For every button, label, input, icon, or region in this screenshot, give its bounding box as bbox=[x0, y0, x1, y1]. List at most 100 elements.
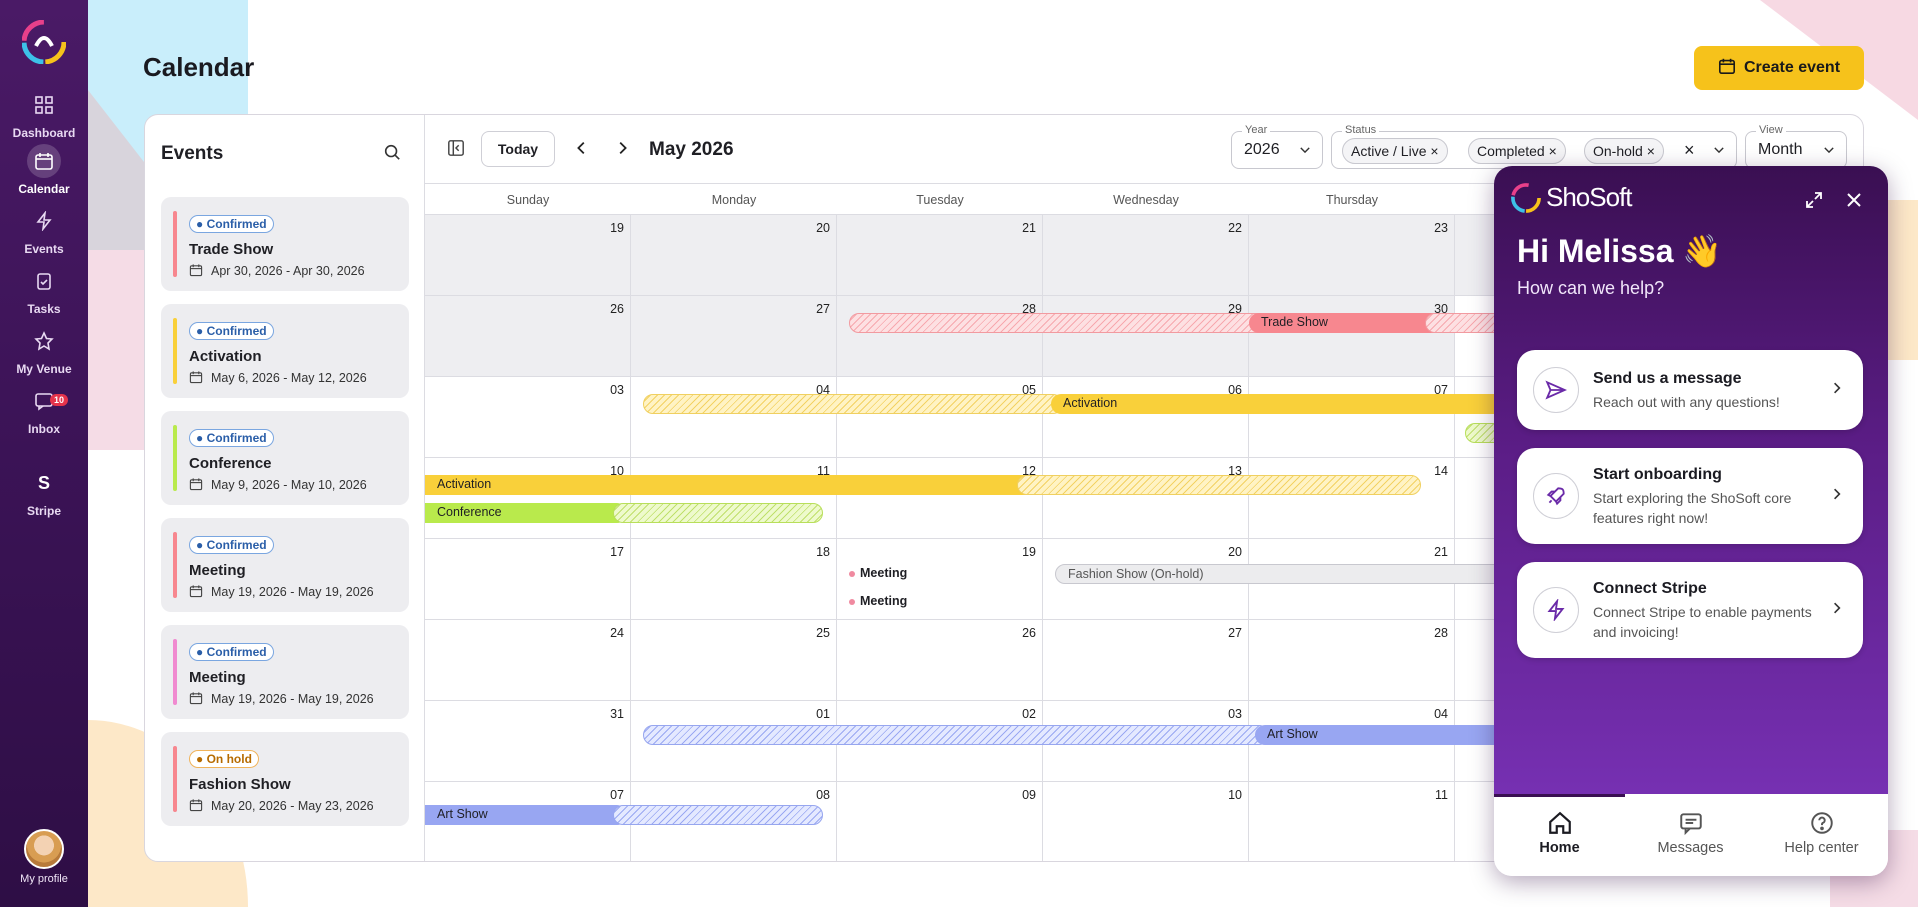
calendar-day-cell[interactable]: 11 bbox=[631, 458, 837, 539]
calendar-icon bbox=[189, 370, 203, 389]
event-dates: Apr 30, 2026 - Apr 30, 2026 bbox=[211, 264, 365, 278]
event-bar-conference-hatch[interactable] bbox=[613, 503, 823, 523]
status-chip-onhold[interactable]: On-hold × bbox=[1584, 138, 1664, 164]
calendar-day-cell[interactable]: 21 bbox=[837, 215, 1043, 296]
calendar-day-cell[interactable]: 23 bbox=[1249, 215, 1455, 296]
clear-filter-icon[interactable]: × bbox=[1684, 140, 1695, 161]
calendar-day-cell[interactable]: 10 bbox=[1043, 782, 1249, 861]
event-bar-trade-show[interactable]: Trade Show bbox=[1249, 313, 1449, 333]
calendar-day-cell[interactable]: 25 bbox=[631, 620, 837, 701]
create-event-button[interactable]: Create event bbox=[1694, 46, 1864, 90]
event-bar-art-show-hatch[interactable] bbox=[643, 725, 1269, 745]
year-legend: Year bbox=[1242, 124, 1271, 136]
chip-remove-icon[interactable]: × bbox=[1647, 143, 1655, 159]
calendar-day-cell[interactable]: 13 bbox=[1043, 458, 1249, 539]
event-bar-activation-hatch[interactable] bbox=[643, 394, 1063, 414]
calendar-day-cell[interactable]: 29 bbox=[1043, 296, 1249, 377]
calendar-day-cell[interactable]: 22 bbox=[1043, 215, 1249, 296]
sidebar-item-inbox[interactable]: 10 Inbox bbox=[0, 384, 88, 436]
calendar-day-cell[interactable]: 20 bbox=[631, 215, 837, 296]
calendar-day-cell[interactable]: 12 bbox=[837, 458, 1043, 539]
chevron-right-icon bbox=[1829, 600, 1845, 621]
event-bar-activation[interactable]: Activation bbox=[425, 475, 1035, 495]
tab-help-center[interactable]: Help center bbox=[1756, 794, 1887, 876]
calendar-day-cell[interactable]: 19 bbox=[425, 215, 631, 296]
calendar-day-cell[interactable]: 11 bbox=[1249, 782, 1455, 861]
status-badge: ● Confirmed bbox=[189, 215, 274, 233]
event-bar-art-show[interactable]: Art Show bbox=[425, 805, 627, 825]
sidebar-item-stripe[interactable]: S Stripe bbox=[0, 466, 88, 519]
close-icon[interactable] bbox=[1844, 190, 1864, 215]
event-list-item[interactable]: ● On hold Fashion Show May 20, 2026 - May … bbox=[161, 732, 409, 826]
calendar-day-cell[interactable]: 26 bbox=[425, 296, 631, 377]
chip-remove-icon[interactable]: × bbox=[1549, 143, 1557, 159]
view-select[interactable]: View Month bbox=[1745, 124, 1847, 169]
calendar-day-cell[interactable]: 28 bbox=[837, 296, 1043, 377]
event-list-item[interactable]: ● Confirmed Trade Show Apr 30, 2026 - Apr … bbox=[161, 197, 409, 291]
sidebar-profile[interactable]: My profile bbox=[0, 829, 88, 885]
event-bar-trade-show-hatch[interactable] bbox=[849, 313, 1269, 333]
tab-home[interactable]: Home bbox=[1494, 794, 1625, 876]
app-logo[interactable] bbox=[21, 19, 67, 65]
calendar-day-cell[interactable]: 27 bbox=[1043, 620, 1249, 701]
event-bar-activation-hatch[interactable] bbox=[1017, 475, 1421, 495]
calendar-day-cell[interactable]: 03 bbox=[425, 377, 631, 458]
calendar-day-cell[interactable]: 07 bbox=[1249, 377, 1455, 458]
calendar-day-cell[interactable]: 14 bbox=[1249, 458, 1455, 539]
status-chip-active[interactable]: Active / Live × bbox=[1342, 138, 1448, 164]
year-select[interactable]: Year 2026 bbox=[1231, 124, 1323, 169]
day-number: 07 bbox=[610, 788, 624, 802]
event-bar-conference[interactable]: Conference bbox=[425, 503, 627, 523]
card-start-onboarding[interactable]: Start onboarding Start exploring the Sho… bbox=[1517, 448, 1863, 544]
expand-icon[interactable] bbox=[1804, 190, 1824, 215]
calendar-day-cell[interactable]: 31 bbox=[425, 701, 631, 782]
calendar-day-cell[interactable]: 18 bbox=[631, 539, 837, 620]
next-month-icon[interactable] bbox=[613, 139, 631, 160]
calendar-day-cell[interactable]: 26 bbox=[837, 620, 1043, 701]
event-list-item[interactable]: ● Confirmed Meeting May 19, 2026 - May 19,… bbox=[161, 625, 409, 719]
calendar-day-cell[interactable]: 10 bbox=[425, 458, 631, 539]
card-connect-stripe[interactable]: Connect Stripe Connect Stripe to enable … bbox=[1517, 562, 1863, 658]
event-dates: May 6, 2026 - May 12, 2026 bbox=[211, 371, 367, 385]
event-bar-fashion-show[interactable]: Fashion Show (On-hold) bbox=[1055, 564, 1555, 584]
day-number: 08 bbox=[816, 788, 830, 802]
tab-messages[interactable]: Messages bbox=[1625, 794, 1756, 876]
sidebar-item-dashboard[interactable]: Dashboard bbox=[0, 88, 88, 140]
shosoft-logo-icon bbox=[1510, 182, 1542, 219]
calendar-day-cell[interactable]: 04 bbox=[631, 377, 837, 458]
event-list-item[interactable]: ● Confirmed Activation May 6, 2026 - May 1… bbox=[161, 304, 409, 398]
sidebar-item-tasks[interactable]: Tasks bbox=[0, 264, 88, 316]
calendar-day-cell[interactable]: 09 bbox=[837, 782, 1043, 861]
event-list-item[interactable]: ● Confirmed Meeting May 19, 2026 - May 19,… bbox=[161, 518, 409, 612]
search-icon[interactable] bbox=[383, 143, 401, 166]
status-legend: Status bbox=[1342, 124, 1380, 136]
calendar-day-cell[interactable]: 24 bbox=[425, 620, 631, 701]
calendar-day-cell[interactable]: 30 bbox=[1249, 296, 1455, 377]
calendar-day-cell[interactable]: 05 bbox=[837, 377, 1043, 458]
status-filter[interactable]: Status Active / Live × Completed × On-ho… bbox=[1331, 124, 1737, 169]
sidebar-item-calendar[interactable]: Calendar bbox=[0, 144, 88, 196]
sidebar-item-my-venue[interactable]: My Venue bbox=[0, 324, 88, 376]
calendar-day-cell[interactable]: 27 bbox=[631, 296, 837, 377]
calendar-day-cell[interactable]: 28 bbox=[1249, 620, 1455, 701]
calendar-day-cell[interactable]: 06 bbox=[1043, 377, 1249, 458]
event-meeting[interactable]: Meeting bbox=[849, 594, 907, 608]
calendar-day-cell[interactable]: 17 bbox=[425, 539, 631, 620]
prev-month-icon[interactable] bbox=[573, 139, 591, 160]
sidebar-label: My Venue bbox=[16, 362, 72, 376]
day-number: 19 bbox=[1022, 545, 1036, 559]
event-bar-art-show-hatch[interactable] bbox=[613, 805, 823, 825]
calendar-icon bbox=[189, 477, 203, 496]
event-meeting[interactable]: Meeting bbox=[849, 566, 907, 580]
greeting-text: Hi Melissa bbox=[1517, 233, 1674, 269]
today-button[interactable]: Today bbox=[481, 131, 555, 167]
sidebar-item-events[interactable]: Events bbox=[0, 204, 88, 256]
event-bar-activation[interactable]: Activation bbox=[1051, 394, 1571, 414]
event-list-item[interactable]: ● Confirmed Conference May 9, 2026 - May 1… bbox=[161, 411, 409, 505]
chip-label: Active / Live bbox=[1351, 143, 1427, 159]
status-chip-completed[interactable]: Completed × bbox=[1468, 138, 1566, 164]
chip-remove-icon[interactable]: × bbox=[1430, 143, 1438, 159]
sidebar-label: Tasks bbox=[27, 302, 61, 316]
collapse-panel-icon[interactable] bbox=[447, 139, 465, 160]
card-send-message[interactable]: Send us a message Reach out with any que… bbox=[1517, 350, 1863, 430]
